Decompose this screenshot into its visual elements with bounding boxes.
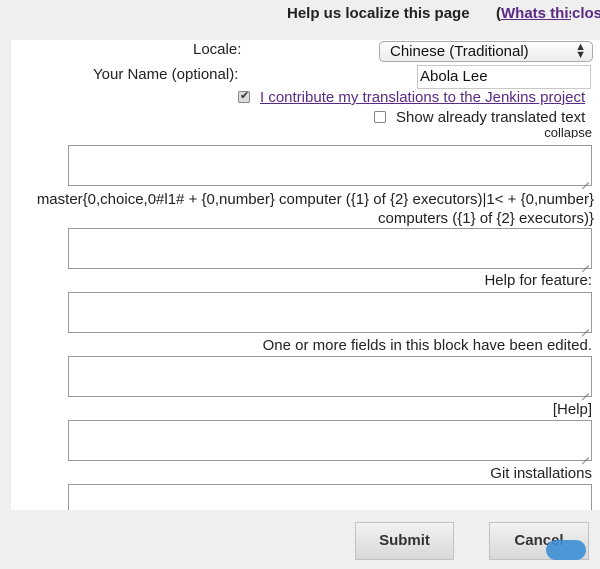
close-link[interactable]: close <box>571 5 600 22</box>
localize-title: Help us localize this page <box>287 5 470 22</box>
show-translated-checkbox[interactable] <box>374 111 386 123</box>
button-bar: Submit Cancel <box>0 510 600 569</box>
entry-label: Git installations <box>490 465 592 482</box>
resize-grip-icon[interactable] <box>582 323 589 330</box>
contribute-label[interactable]: I contribute my translations to the Jenk… <box>260 89 585 106</box>
translation-panel: Locale: Chinese (Traditional) ▲ ▼ Your Na… <box>11 40 600 510</box>
entry-label: Help for feature: <box>484 272 592 289</box>
name-input[interactable]: Abola Lee <box>417 65 591 89</box>
show-translated-label: Show already translated text <box>396 109 586 126</box>
watermark-logo <box>546 540 586 560</box>
translation-textarea[interactable] <box>68 145 592 186</box>
show-translated-row: Show already translated text <box>374 109 585 126</box>
locale-label: Locale: <box>193 41 242 58</box>
translation-textarea[interactable] <box>68 292 592 333</box>
entry-label: [Help] <box>552 401 592 418</box>
entry-label: master{0,choice,0#l1# + {0,number} compu… <box>36 191 594 227</box>
contribute-checkbox[interactable] <box>238 89 250 103</box>
locale-select-value: Chinese (Traditional) <box>390 43 529 60</box>
name-label: Your Name (optional): <box>93 66 239 83</box>
resize-grip-icon[interactable] <box>582 176 589 183</box>
translation-textarea[interactable] <box>68 420 592 461</box>
whats-this-link[interactable]: Whats this <box>501 5 577 22</box>
submit-button[interactable]: Submit <box>355 522 454 560</box>
entry-label: collapse <box>544 128 592 138</box>
resize-grip-icon[interactable] <box>582 259 589 266</box>
translation-textarea[interactable] <box>68 484 592 510</box>
whats-this-wrapper: (Whats this <box>496 5 577 22</box>
translation-textarea[interactable] <box>68 356 592 397</box>
select-arrows-icon: ▲ ▼ <box>575 41 586 61</box>
locale-select[interactable]: Chinese (Traditional) ▲ ▼ <box>379 41 593 62</box>
localize-header: Help us localize this page (Whats this c… <box>0 0 600 30</box>
entry-label: One or more fields in this block have be… <box>262 337 592 354</box>
translation-textarea[interactable] <box>68 228 592 269</box>
contribute-row: I contribute my translations to the Jenk… <box>238 89 585 106</box>
resize-grip-icon[interactable] <box>582 451 589 458</box>
resize-grip-icon[interactable] <box>582 387 589 394</box>
